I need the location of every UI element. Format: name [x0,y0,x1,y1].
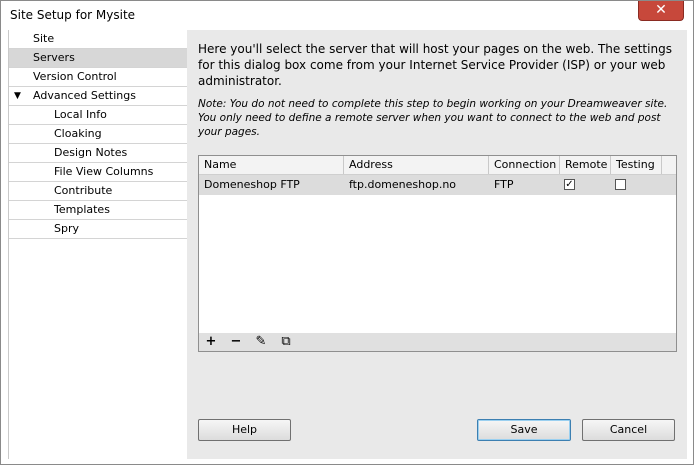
sidebar-item-label: Servers [33,51,75,64]
testing-checkbox[interactable] [615,179,626,190]
sidebar-item-label: File View Columns [54,165,154,178]
minus-icon: − [230,334,242,349]
site-setup-dialog: Site Setup for Mysite ✕ Site Servers Ver… [0,0,694,465]
sidebar-item-local-info[interactable]: Local Info [9,106,187,125]
title-bar: Site Setup for Mysite ✕ [1,1,693,30]
sidebar-item-cloaking[interactable]: Cloaking [9,125,187,144]
sidebar-item-contribute[interactable]: Contribute [9,182,187,201]
sidebar-item-label: Contribute [54,184,113,197]
note-text: Note: You do not need to complete this s… [198,98,668,138]
sidebar-item-site[interactable]: Site [9,30,187,49]
save-button[interactable]: Save [477,419,571,441]
sidebar-item-label: Site [33,32,55,45]
sidebar-item-templates[interactable]: Templates [9,201,187,220]
table-row[interactable]: Domeneshop FTP ftp.domeneshop.no FTP ✓ [199,175,676,195]
servers-panel: Here you'll select the server that will … [187,30,687,459]
sidebar-item-design-notes[interactable]: Design Notes [9,144,187,163]
sidebar-item-version-control[interactable]: Version Control [9,68,187,87]
plus-icon: + [205,334,217,349]
category-sidebar: Site Servers Version Control ▼ Advanced … [8,30,188,459]
duplicate-icon: ⧉ [281,334,291,349]
sidebar-item-label: Cloaking [54,127,102,140]
table-header: Name Address Connection Remote Testing [199,156,676,175]
sidebar-item-label: Local Info [54,108,107,121]
sidebar-item-label: Templates [54,203,110,216]
column-header-name[interactable]: Name [199,156,344,174]
sidebar-item-label: Design Notes [54,146,128,159]
sidebar-item-spry[interactable]: Spry [9,220,187,239]
sidebar-item-label: Version Control [33,70,117,83]
pencil-icon: ✎ [255,334,267,349]
remote-checkbox[interactable]: ✓ [564,179,575,190]
sidebar-item-servers[interactable]: Servers [9,49,187,68]
sidebar-item-label: Spry [54,222,79,235]
sidebar-item-label: Advanced Settings [33,89,136,102]
column-header-connection[interactable]: Connection [489,156,560,174]
intro-text: Here you'll select the server that will … [198,42,672,88]
sidebar-item-advanced-settings[interactable]: ▼ Advanced Settings [9,87,187,106]
window-title: Site Setup for Mysite [10,8,136,22]
duplicate-server-button[interactable]: ⧉ [276,333,296,351]
server-list-toolbar: + − ✎ ⧉ [198,333,677,352]
close-button[interactable]: ✕ [638,1,684,21]
column-header-testing[interactable]: Testing [611,156,662,174]
column-header-remote[interactable]: Remote [560,156,611,174]
server-name-cell: Domeneshop FTP [204,178,300,191]
remove-server-button[interactable]: − [226,333,246,351]
column-header-address[interactable]: Address [344,156,489,174]
server-connection-cell: FTP [494,178,514,191]
help-button[interactable]: Help [198,419,291,441]
expand-triangle-icon[interactable]: ▼ [14,87,21,105]
servers-table: Name Address Connection Remote Testing D… [198,155,677,335]
sidebar-item-file-view-columns[interactable]: File View Columns [9,163,187,182]
edit-server-button[interactable]: ✎ [251,333,271,351]
close-icon: ✕ [655,2,667,18]
add-server-button[interactable]: + [201,333,221,351]
server-address-cell: ftp.domeneshop.no [349,178,457,191]
cancel-button[interactable]: Cancel [582,419,675,441]
